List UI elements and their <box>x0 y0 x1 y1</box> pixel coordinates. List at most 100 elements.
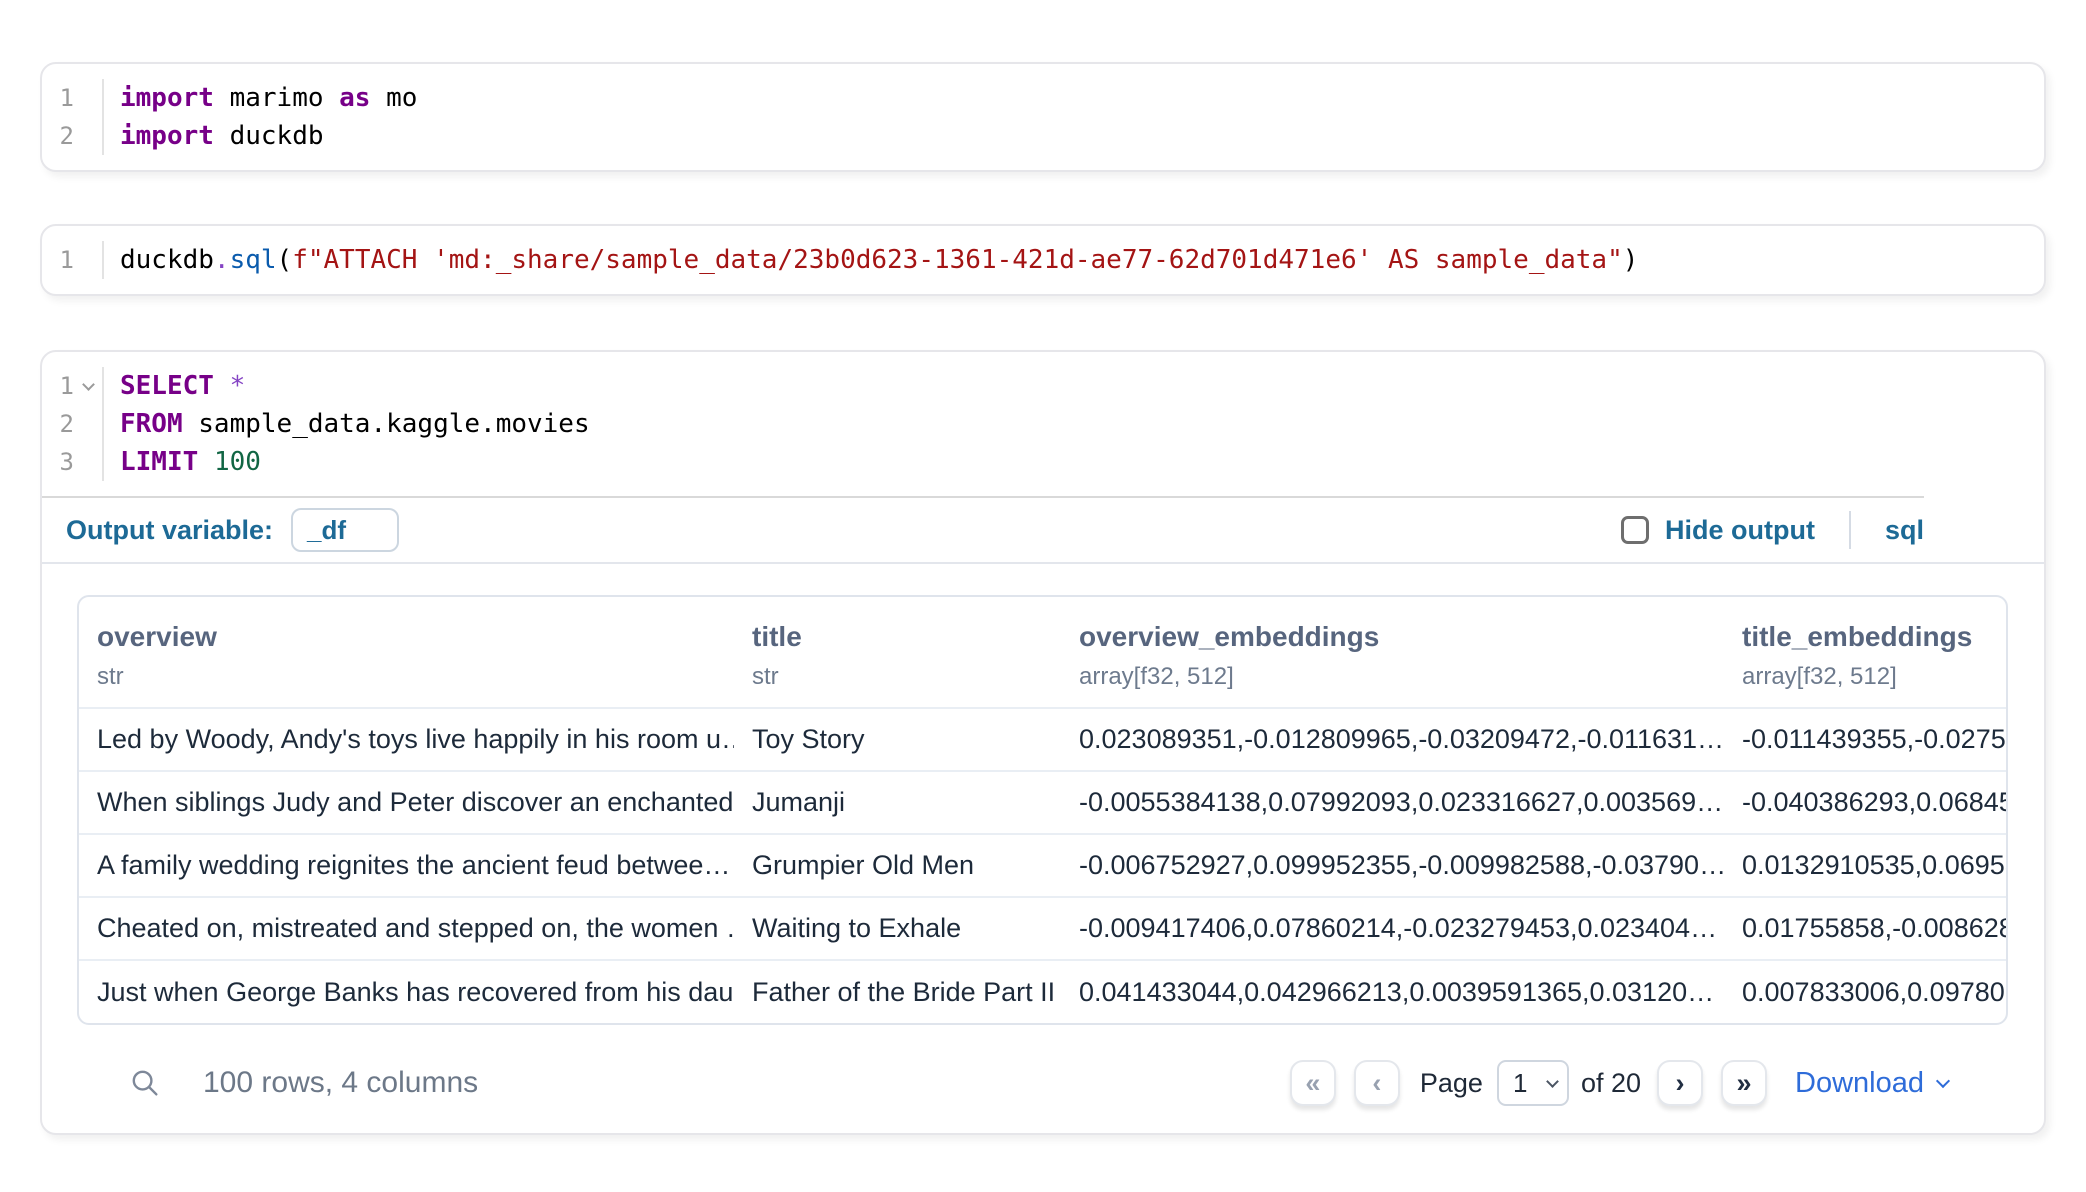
line-number: 2 <box>44 122 74 150</box>
prev-page-button[interactable]: ‹ <box>1354 1060 1400 1106</box>
cell-title-embeddings: -0.011439355,-0.02752 <box>1724 708 2008 771</box>
page-label: Page <box>1420 1068 1483 1099</box>
code-token: FROM <box>120 409 183 439</box>
gutter: 2 <box>42 405 104 443</box>
download-label: Download <box>1795 1067 1924 1100</box>
table-row: Just when George Banks has recovered fro… <box>79 960 2008 1023</box>
gutter: 3 <box>42 443 104 481</box>
column-header-title[interactable]: title str <box>734 597 1061 708</box>
chevron-down-icon <box>1546 1075 1559 1088</box>
code-token: import <box>120 83 214 113</box>
language-toggle[interactable]: sql <box>1885 515 1924 546</box>
table-row: Led by Woody, Andy's toys live happily i… <box>79 708 2008 771</box>
cell-overview-embeddings: -0.009417406,0.07860214,-0.023279453,0.0… <box>1061 897 1724 960</box>
code-text: import marimo as mo <box>104 83 417 113</box>
hide-output-checkbox[interactable] <box>1621 516 1649 544</box>
code-token: f <box>292 245 308 275</box>
column-name: title <box>752 621 1051 653</box>
last-page-button[interactable]: » <box>1721 1060 1767 1106</box>
cell-title: Father of the Bride Part II <box>734 960 1061 1023</box>
next-page-button[interactable]: › <box>1657 1060 1703 1106</box>
code-line: 2 FROM sample_data.kaggle.movies <box>42 405 2044 443</box>
code-token: sql <box>230 245 277 275</box>
cell-overview-embeddings: -0.0055384138,0.07992093,0.023316627,0.0… <box>1061 771 1724 834</box>
column-name: overview_embeddings <box>1079 621 1714 653</box>
code-token: import <box>120 121 214 151</box>
cell-overview: Led by Woody, Andy's toys live happily i… <box>79 708 734 771</box>
column-header-overview[interactable]: overview str <box>79 597 734 708</box>
output-variable-label: Output variable: <box>66 515 273 546</box>
line-number: 1 <box>44 84 74 112</box>
cell-output: overview str title str overview_embeddin… <box>42 564 2044 1133</box>
chevron-down-icon <box>82 378 95 391</box>
code-text: LIMIT 100 <box>104 447 261 477</box>
fold-toggle[interactable] <box>74 384 102 389</box>
first-page-icon: « <box>1305 1068 1320 1099</box>
line-number: 1 <box>44 372 74 400</box>
code-token <box>198 447 214 477</box>
code-token: as <box>339 83 370 113</box>
pagination: « ‹ Page 1 of 20 › » Download <box>1290 1060 1948 1106</box>
code-token: sample_data.kaggle.movies <box>183 409 590 439</box>
code-token: LIMIT <box>120 447 198 477</box>
code-line: 1 SELECT * <box>42 367 2044 405</box>
code-token: duckdb <box>214 121 324 151</box>
last-page-icon: » <box>1737 1068 1752 1099</box>
download-button[interactable]: Download <box>1795 1067 1948 1100</box>
cell-title: Grumpier Old Men <box>734 834 1061 897</box>
code-token <box>214 371 230 401</box>
first-page-button[interactable]: « <box>1290 1060 1336 1106</box>
dataframe-table: overview str title str overview_embeddin… <box>77 595 2008 1025</box>
code-token: ) <box>1623 245 1639 275</box>
prev-page-icon: ‹ <box>1372 1068 1381 1099</box>
code-token: "ATTACH 'md:_share/sample_data/23b0d623-… <box>308 245 1623 275</box>
column-type: str <box>97 663 724 691</box>
code-text: FROM sample_data.kaggle.movies <box>104 409 590 439</box>
footer-left: 100 rows, 4 columns <box>129 1066 478 1100</box>
code-token: duckdb <box>120 245 214 275</box>
table-header-row: overview str title str overview_embeddin… <box>79 597 2008 708</box>
code-cell-imports: 1 import marimo as mo 2 import duckdb <box>40 62 2046 172</box>
code-line: 2 import duckdb <box>42 117 2044 155</box>
column-type: str <box>752 663 1051 691</box>
line-number: 2 <box>44 410 74 438</box>
code-text: import duckdb <box>104 121 324 151</box>
code-line: 1 import marimo as mo <box>42 79 2044 117</box>
code-token: ( <box>277 245 293 275</box>
code-token: * <box>230 371 246 401</box>
page-select-value: 1 <box>1513 1068 1527 1099</box>
cell-overview: When siblings Judy and Peter discover an… <box>79 771 734 834</box>
column-header-title-embeddings[interactable]: title_embeddings array[f32, 512] <box>1724 597 2008 708</box>
hide-output-label: Hide output <box>1665 515 1815 546</box>
cell-title: Jumanji <box>734 771 1061 834</box>
table-row: Cheated on, mistreated and stepped on, t… <box>79 897 2008 960</box>
code-line: 3 LIMIT 100 <box>42 443 2044 481</box>
column-name: title_embeddings <box>1742 621 2000 653</box>
gutter: 2 <box>42 117 104 155</box>
page-total-label: of 20 <box>1581 1068 1641 1099</box>
code-editor[interactable]: 1 SELECT * 2 FROM sample_data.kaggle.mov… <box>42 352 2044 496</box>
chevron-down-icon <box>1936 1073 1950 1087</box>
gutter: 1 <box>42 241 104 279</box>
code-editor[interactable]: 1 duckdb.sql(f"ATTACH 'md:_share/sample_… <box>42 226 2044 294</box>
code-text: SELECT * <box>104 371 245 401</box>
notebook-page: 1 import marimo as mo 2 import duckdb 1 <box>0 0 2086 1135</box>
controls-right: Hide output sql <box>1621 511 1924 549</box>
cell-title: Toy Story <box>734 708 1061 771</box>
page-select[interactable]: 1 <box>1497 1060 1569 1106</box>
column-type: array[f32, 512] <box>1079 663 1714 691</box>
cell-title-embeddings: 0.0132910535,0.06958 <box>1724 834 2008 897</box>
search-icon[interactable] <box>129 1067 161 1099</box>
sql-cell-controls: Output variable: _df Hide output sql <box>42 498 1924 562</box>
code-editor[interactable]: 1 import marimo as mo 2 import duckdb <box>42 64 2044 170</box>
cell-title: Waiting to Exhale <box>734 897 1061 960</box>
cell-overview-embeddings: 0.041433044,0.042966213,0.0039591365,0.0… <box>1061 960 1724 1023</box>
code-text: duckdb.sql(f"ATTACH 'md:_share/sample_da… <box>104 245 1638 275</box>
line-number: 3 <box>44 448 74 476</box>
code-token: . <box>214 245 230 275</box>
cell-title-embeddings: -0.040386293,0.06845 <box>1724 771 2008 834</box>
column-header-overview-embeddings[interactable]: overview_embeddings array[f32, 512] <box>1061 597 1724 708</box>
output-variable-input[interactable]: _df <box>291 508 399 552</box>
cell-overview: A family wedding reignites the ancient f… <box>79 834 734 897</box>
cell-overview: Cheated on, mistreated and stepped on, t… <box>79 897 734 960</box>
